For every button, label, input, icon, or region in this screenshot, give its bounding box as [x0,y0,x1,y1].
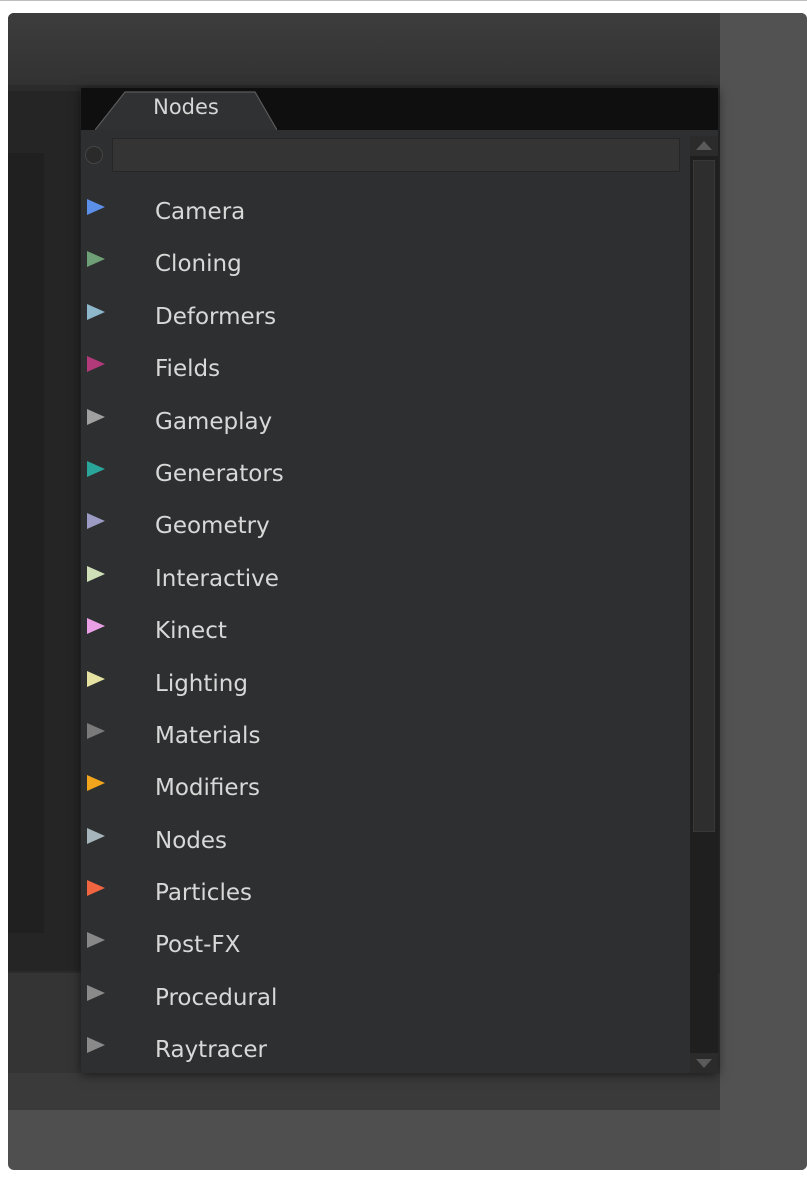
list-item[interactable]: Camera [81,188,687,240]
tab-nodes-label: Nodes [153,95,219,119]
list-item[interactable]: Fields [81,345,687,397]
triangle-right-icon[interactable] [87,775,105,792]
list-item[interactable]: Particles [81,869,687,921]
triangle-right-icon[interactable] [87,880,105,897]
list-item-label: Cloning [155,251,242,278]
scroll-down-icon[interactable] [690,1053,718,1073]
background-toolbar [8,13,720,85]
scroll-up-icon[interactable] [690,136,718,156]
list-item-label: Fields [155,356,221,383]
list-item-label: Kinect [155,618,227,645]
triangle-right-icon[interactable] [87,356,105,373]
list-item-label: Post-FX [155,932,241,959]
list-item[interactable]: Raytracer [81,1026,687,1078]
background-right [720,13,807,1170]
list-item[interactable]: Procedural [81,974,687,1026]
triangle-right-icon[interactable] [87,984,105,1001]
triangle-right-icon[interactable] [87,1037,105,1054]
vertical-scrollbar[interactable] [690,136,718,1073]
list-item-label: Materials [155,722,261,749]
list-item[interactable]: Post-FX [81,921,687,973]
list-item[interactable]: Lighting [81,660,687,712]
list-item[interactable]: Generators [81,450,687,502]
list-item-label: Gameplay [155,408,273,435]
list-item[interactable]: Geometry [81,502,687,554]
list-item-label: Lighting [155,670,248,697]
top-border [0,0,807,1]
search-input[interactable] [112,138,680,172]
list-item[interactable]: Nodes [81,817,687,869]
app-frame: Nodes Camera Cloning Deformers Fields Gamepl… [8,13,807,1170]
list-item[interactable]: Materials [81,712,687,764]
list-item-label: Interactive [155,565,279,592]
scroll-thumb[interactable] [693,160,715,832]
triangle-right-icon[interactable] [87,722,105,739]
list-item[interactable]: Deformers [81,293,687,345]
triangle-right-icon[interactable] [87,303,105,320]
list-item-label: Raytracer [155,1037,268,1064]
list-item-label: Geometry [155,513,270,540]
tab-nodes[interactable]: Nodes [95,91,277,130]
triangle-right-icon[interactable] [87,199,105,215]
list-item[interactable]: Interactive [81,555,687,607]
node-category-list: Camera Cloning Deformers Fields Gameplay Gene… [81,188,687,1079]
triangle-right-icon[interactable] [87,670,105,687]
background-left-inner [8,153,44,933]
triangle-right-icon[interactable] [87,932,105,949]
list-item[interactable]: Kinect [81,607,687,659]
triangle-right-icon[interactable] [87,618,105,635]
triangle-right-icon[interactable] [87,565,105,582]
search-row [81,136,687,176]
list-item-label: Procedural [155,984,278,1011]
list-item[interactable]: Modifiers [81,764,687,816]
list-item-label: Deformers [155,303,277,330]
triangle-right-icon[interactable] [87,408,105,425]
triangle-right-icon[interactable] [87,513,105,530]
list-item[interactable]: Gameplay [81,398,687,450]
list-item[interactable]: Cloning [81,240,687,292]
tab-strip: Nodes [81,88,718,130]
list-item-label: Camera [155,199,246,225]
search-mode-radio[interactable] [85,146,103,164]
triangle-right-icon[interactable] [87,251,105,268]
list-item-label: Modifiers [155,775,260,802]
list-item-label: Generators [155,460,284,487]
triangle-right-icon[interactable] [87,460,105,477]
list-item-label: Nodes [155,827,228,854]
nodes-popup: Nodes Camera Cloning Deformers Fields Gamepl… [81,88,718,1073]
triangle-right-icon[interactable] [87,827,105,844]
list-item-label: Particles [155,880,252,907]
